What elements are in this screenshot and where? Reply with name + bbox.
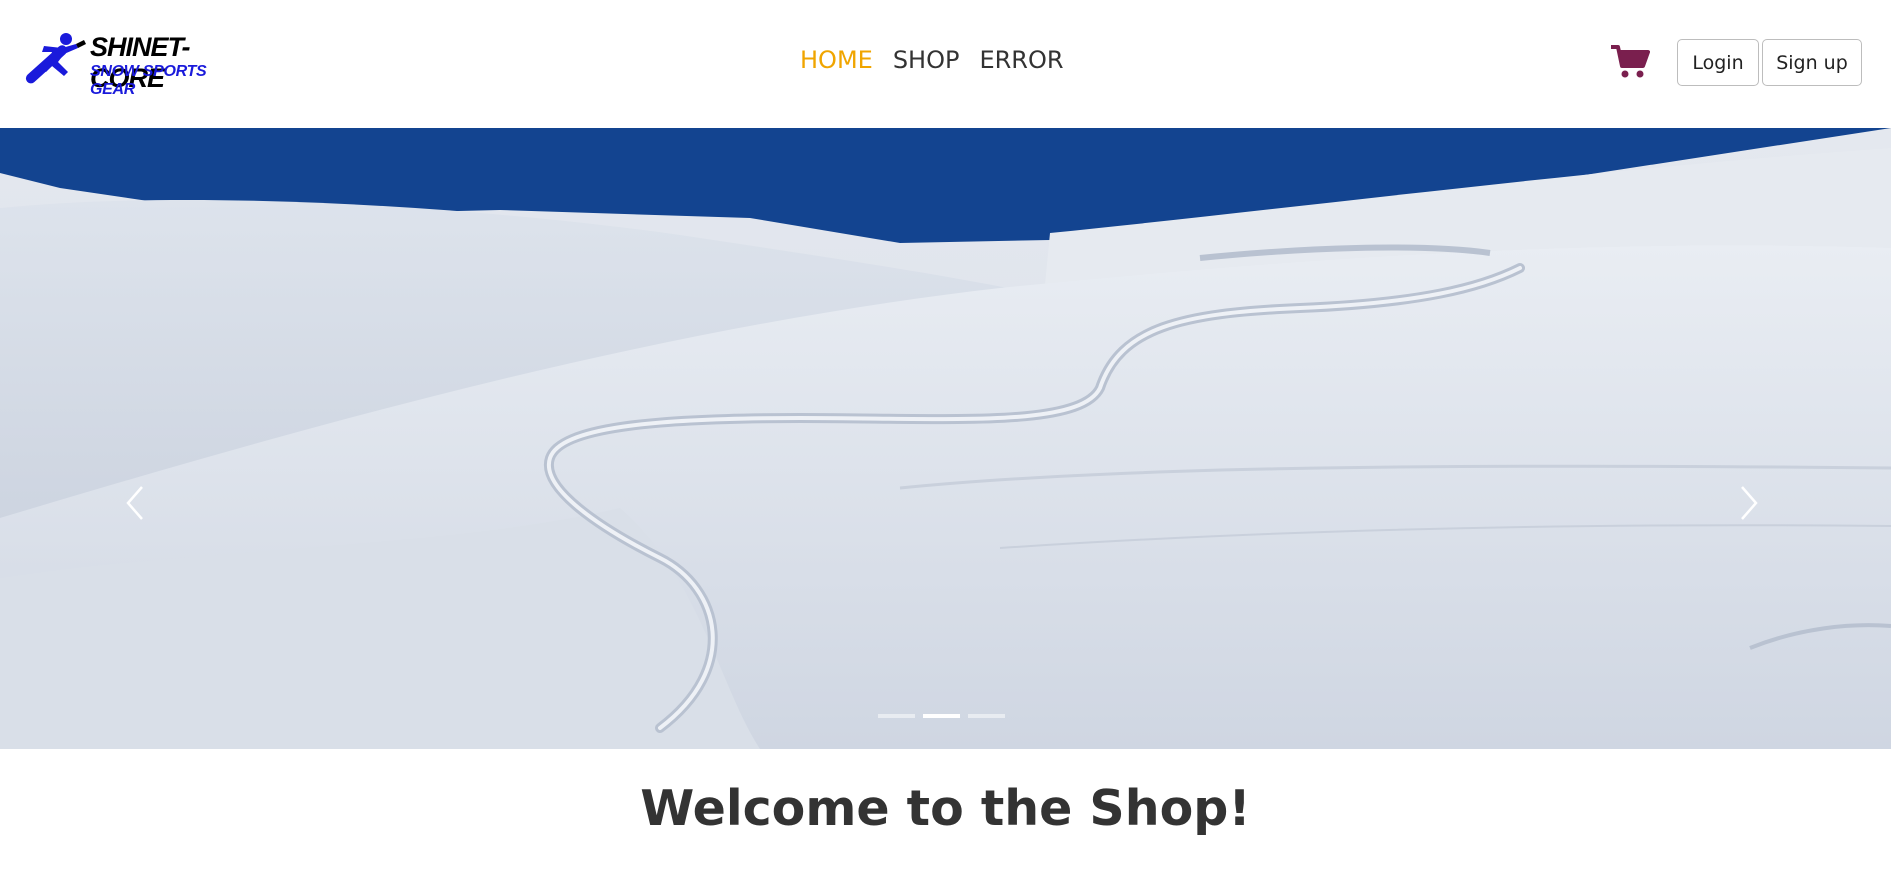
signup-button[interactable]: Sign up bbox=[1762, 39, 1862, 86]
carousel-next-button[interactable] bbox=[1734, 483, 1764, 523]
main-nav: HOME SHOP ERROR bbox=[800, 46, 1064, 74]
carousel-indicators bbox=[878, 714, 1005, 718]
nav-home-link[interactable]: HOME bbox=[800, 46, 873, 74]
carousel-indicator-1[interactable] bbox=[878, 714, 915, 718]
nav-error-link[interactable]: ERROR bbox=[979, 46, 1063, 74]
carousel-indicator-3[interactable] bbox=[968, 714, 1005, 718]
chevron-right-icon bbox=[1741, 486, 1758, 520]
chevron-left-icon bbox=[126, 486, 143, 520]
shopping-cart-icon[interactable] bbox=[1610, 44, 1650, 80]
snow-landscape-image bbox=[0, 128, 1891, 749]
login-button[interactable]: Login bbox=[1677, 39, 1759, 86]
carousel-indicator-2[interactable] bbox=[923, 714, 960, 718]
nav-shop-link[interactable]: SHOP bbox=[893, 46, 960, 74]
brand-subtitle: SNOW SPORTS GEAR bbox=[90, 63, 207, 98]
snowboarder-icon bbox=[25, 33, 86, 84]
brand-logo[interactable]: SHINET-CORE SNOW SPORTS GEAR bbox=[24, 32, 244, 98]
navbar: SHINET-CORE SNOW SPORTS GEAR HOME SHOP E… bbox=[0, 0, 1891, 128]
hero-carousel bbox=[0, 128, 1891, 749]
welcome-heading: Welcome to the Shop! bbox=[640, 780, 1251, 837]
carousel-prev-button[interactable] bbox=[120, 483, 150, 523]
